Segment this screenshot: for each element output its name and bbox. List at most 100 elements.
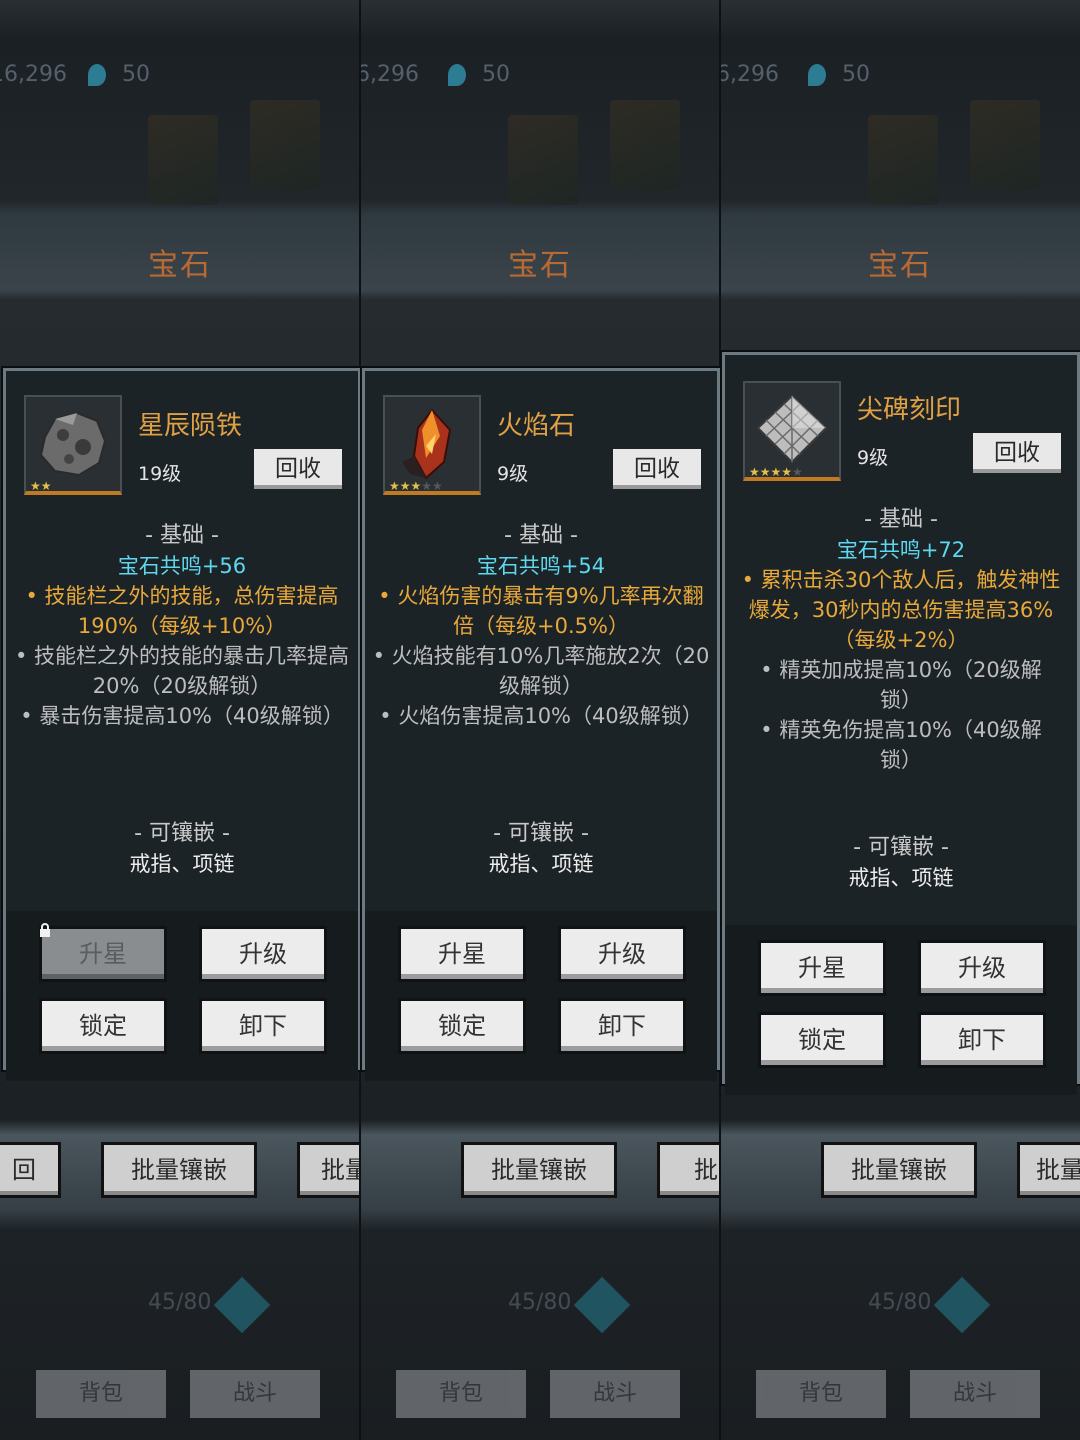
gem-detail-panel: ★★★★★ 尖碑刻印 9级 回收 - 基础 - 宝石共鸣+72 • 累积击杀30… <box>722 352 1080 1095</box>
diamond-icon <box>448 64 466 86</box>
battle-tab[interactable]: 战斗 <box>550 1370 680 1418</box>
equipment-slot <box>868 115 938 205</box>
gem-description: - 基础 - 宝石共鸣+72 • 累积击杀30个敌人后，触发神性爆发，30秒内的… <box>725 505 1077 775</box>
star-rating: ★★★★★ <box>389 479 443 493</box>
gem-icon-frame: ★★★★★ <box>743 381 841 481</box>
battle-tab[interactable]: 战斗 <box>190 1370 320 1418</box>
gem-level: 9级 <box>497 463 529 485</box>
collect-label: 回 <box>12 1156 36 1184</box>
unequip-button[interactable]: 卸下 <box>921 1015 1043 1065</box>
star-empty-icon: ★★ <box>421 479 443 493</box>
star-icon: ★★ <box>30 479 52 493</box>
batch-remove-label: 批量 <box>694 1156 720 1184</box>
star-up-label: 升星 <box>79 940 127 968</box>
main-effect: • 累积击杀30个敌人后，触发神性爆发，30秒内的总伤害提高36%（每级+2%） <box>741 568 1061 652</box>
locked-effect-40: • 火焰伤害提高10%（40级解锁） <box>379 704 703 728</box>
equipment-slot <box>250 100 320 190</box>
batch-remove-button[interactable]: 批量 <box>300 1145 360 1195</box>
page-title: 宝石 <box>508 248 572 283</box>
gem-level: 9级 <box>857 447 889 469</box>
slot-count: 45/80 <box>148 1290 212 1315</box>
star-icon: ★★★★ <box>749 465 793 479</box>
gem-detail-panel: ★★ 星辰陨铁 19级 回收 - 基础 - 宝石共鸣+56 • 技能栏之外的技能… <box>3 368 361 1081</box>
inlay-section: - 可镶嵌 - 戒指、项链 <box>365 819 717 879</box>
gem-level: 19级 <box>138 463 182 485</box>
gem-detail-panel: ★★★★★ 火焰石 9级 回收 - 基础 - 宝石共鸣+54 • 火焰伤害的暴击… <box>362 368 720 1081</box>
recycle-button[interactable]: 回收 <box>973 433 1061 473</box>
upgrade-button[interactable]: 升级 <box>921 943 1043 993</box>
star-rating: ★★★★★ <box>749 465 803 479</box>
unequip-button[interactable]: 卸下 <box>561 1001 683 1051</box>
lock-icon <box>40 923 50 937</box>
inlay-section-header: - 可镶嵌 - <box>134 821 230 846</box>
slot-count: 45/80 <box>508 1290 572 1315</box>
batch-remove-label: 批量 <box>1036 1156 1080 1184</box>
inlay-slots: 戒指、项链 <box>488 852 594 876</box>
gold-amount: 16,296 <box>0 62 67 87</box>
bag-tab[interactable]: 背包 <box>36 1370 166 1418</box>
equipment-slot <box>610 100 680 190</box>
locked-effect-20: • 火焰技能有10%几率施放2次（20级解锁） <box>372 644 710 698</box>
batch-inlay-button[interactable]: 批量镶嵌 <box>104 1145 254 1195</box>
lock-button[interactable]: 锁定 <box>42 1001 164 1051</box>
fire-stone-icon <box>402 408 452 480</box>
batch-remove-label: 批量 <box>321 1156 360 1184</box>
star-empty-icon: ★ <box>792 465 803 479</box>
resonance-stat: 宝石共鸣+72 <box>836 538 966 562</box>
gem-icon-frame: ★★ <box>24 395 122 495</box>
bag-tab[interactable]: 背包 <box>396 1370 526 1418</box>
batch-remove-button[interactable]: 批量 <box>1020 1145 1080 1195</box>
star-up-button[interactable]: 升星 <box>761 943 883 993</box>
inlay-section: - 可镶嵌 - 戒指、项链 <box>725 833 1077 893</box>
recycle-button[interactable]: 回收 <box>254 449 342 489</box>
lock-button[interactable]: 锁定 <box>401 1001 523 1051</box>
page-title: 宝石 <box>868 248 932 283</box>
batch-inlay-button[interactable]: 批量镶嵌 <box>824 1145 974 1195</box>
diamond-amount: 50 <box>842 62 870 87</box>
currency-row: 16,296 50 <box>720 62 1080 92</box>
equipment-slot <box>148 115 218 205</box>
gem-name: 火焰石 <box>497 411 576 441</box>
gem-name: 星辰陨铁 <box>138 411 243 441</box>
batch-remove-button[interactable]: 批量 <box>660 1145 720 1195</box>
base-section-header: - 基础 - <box>864 507 938 532</box>
diamond-amount: 50 <box>122 62 150 87</box>
inlay-slots: 戒指、项链 <box>848 866 954 890</box>
meteor-iron-icon <box>39 411 107 477</box>
diamond-icon <box>88 64 106 86</box>
action-area: 升星 升级 锁定 卸下 <box>6 911 358 1081</box>
upgrade-button[interactable]: 升级 <box>561 929 683 979</box>
base-section-header: - 基础 - <box>145 523 219 548</box>
resonance-stat: 宝石共鸣+54 <box>476 554 606 578</box>
currency-row: 16,296 50 <box>0 62 360 92</box>
locked-effect-40: • 暴击伤害提高10%（40级解锁） <box>20 704 344 728</box>
lock-button[interactable]: 锁定 <box>761 1015 883 1065</box>
recycle-button[interactable]: 回收 <box>613 449 701 489</box>
locked-effect-40: • 精英免伤提高10%（40级解锁） <box>760 718 1042 772</box>
unequip-button[interactable]: 卸下 <box>202 1001 324 1051</box>
resonance-stat: 宝石共鸣+56 <box>117 554 247 578</box>
base-section-header: - 基础 - <box>504 523 578 548</box>
star-icon: ★★★ <box>389 479 422 493</box>
inlay-section-header: - 可镶嵌 - <box>853 835 949 860</box>
obelisk-seal-icon <box>756 394 828 464</box>
star-up-button[interactable]: 升星 <box>401 929 523 979</box>
action-area: 升星 升级 锁定 卸下 <box>365 911 717 1081</box>
gem-name: 尖碑刻印 <box>857 395 962 425</box>
gem-description: - 基础 - 宝石共鸣+56 • 技能栏之外的技能，总伤害提高190%（每级+1… <box>6 521 358 731</box>
bag-tab[interactable]: 背包 <box>756 1370 886 1418</box>
currency-row: 16,296 50 <box>360 62 720 92</box>
locked-effect-20: • 精英加成提高10%（20级解锁） <box>760 658 1042 712</box>
upgrade-button[interactable]: 升级 <box>202 929 324 979</box>
locked-effect-20: • 技能栏之外的技能的暴击几率提高20%（20级解锁） <box>14 644 350 698</box>
batch-inlay-button[interactable]: 批量镶嵌 <box>464 1145 614 1195</box>
page-title: 宝石 <box>148 248 212 283</box>
battle-tab[interactable]: 战斗 <box>910 1370 1040 1418</box>
gem-icon-frame: ★★★★★ <box>383 395 481 495</box>
collect-button[interactable]: 回 <box>0 1145 58 1195</box>
gold-amount: 16,296 <box>360 62 419 87</box>
slot-count: 45/80 <box>868 1290 932 1315</box>
equipment-slot <box>508 115 578 205</box>
star-up-button[interactable]: 升星 <box>40 923 164 979</box>
inlay-slots: 戒指、项链 <box>129 852 235 876</box>
